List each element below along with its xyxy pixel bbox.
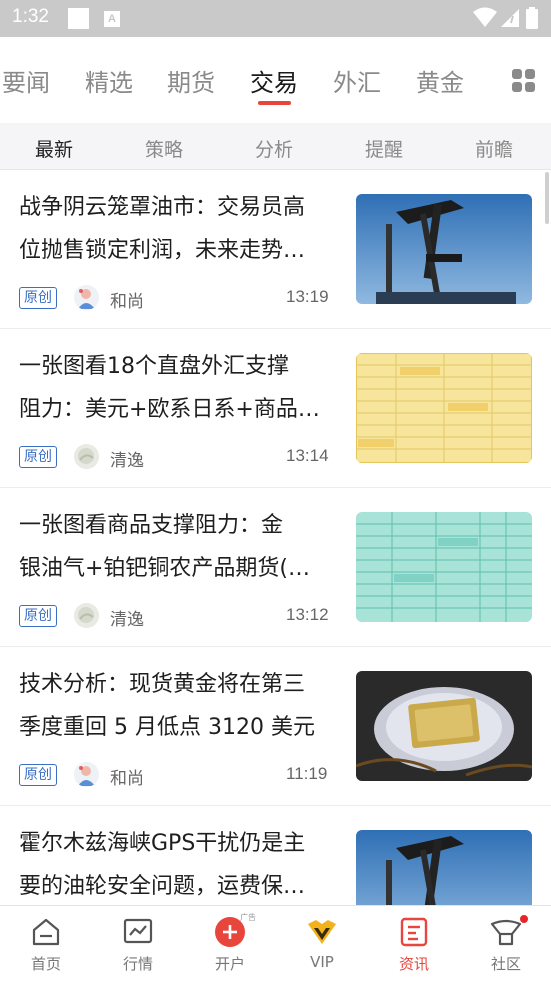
author-avatar bbox=[74, 444, 99, 469]
status-bar: 1:32 A bbox=[0, 0, 551, 37]
home-icon bbox=[32, 918, 60, 946]
title-line: 银油气+铂钯铜农产品期货(… bbox=[19, 556, 311, 581]
title-line: 要的油轮安全问题，运费保… bbox=[19, 874, 306, 899]
article-title: 战争阴云笼罩油市：交易员高 位抛售锁定利润，未来走势… bbox=[19, 186, 341, 272]
nav-label: 社区 bbox=[490, 955, 521, 973]
ad-tag: 广告 bbox=[240, 913, 256, 922]
tab-jiaoyi[interactable]: 交易 bbox=[250, 63, 298, 98]
tab-jingxuan[interactable]: 精选 bbox=[85, 63, 133, 98]
yellow-table-thumbnail bbox=[356, 353, 532, 463]
nav-market[interactable]: 行情 bbox=[92, 906, 184, 981]
title-line: 一张图看18个直盘外汇支撑 bbox=[19, 354, 289, 379]
notification-square-icon bbox=[68, 8, 89, 29]
title-line: 季度重回 5 月低点 3120 美元 bbox=[19, 715, 315, 740]
notification-dot bbox=[520, 915, 528, 923]
title-line: 位抛售锁定利润，未来走势… bbox=[19, 238, 306, 263]
subtab-tixing[interactable]: 提醒 bbox=[365, 135, 403, 162]
title-line: 霍尔木兹海峡GPS干扰仍是主 bbox=[19, 831, 306, 856]
article-item[interactable]: 战争阴云笼罩油市：交易员高 位抛售锁定利润，未来走势… 原创 和尚 13:19 bbox=[0, 170, 551, 329]
author-name: 清逸 bbox=[110, 451, 144, 471]
active-tab-indicator bbox=[258, 101, 291, 105]
nav-news[interactable]: 资讯 bbox=[368, 906, 460, 981]
a-notification-icon: A bbox=[104, 11, 120, 27]
channel-grid-icon[interactable] bbox=[512, 69, 536, 93]
subtab-qianzhan[interactable]: 前瞻 bbox=[475, 135, 513, 162]
news-icon bbox=[400, 917, 428, 947]
author-avatar bbox=[74, 762, 99, 787]
nav-home[interactable]: 首页 bbox=[0, 906, 92, 981]
gold-bar-thumbnail bbox=[356, 671, 532, 781]
publish-time: 13:19 bbox=[286, 287, 329, 306]
author-name: 清逸 bbox=[110, 610, 144, 630]
title-line: 阻力：美元+欧系日系+商品… bbox=[19, 397, 320, 422]
nav-label: 资讯 bbox=[398, 955, 429, 973]
tab-huangjin[interactable]: 黄金 bbox=[416, 63, 464, 98]
sub-tabs: 最新 策略 分析 提醒 前瞻 bbox=[0, 123, 551, 170]
oil-pumpjack-thumbnail bbox=[356, 194, 532, 304]
wifi-icon bbox=[473, 7, 497, 27]
teal-table-thumbnail bbox=[356, 512, 532, 622]
article-item[interactable]: 一张图看18个直盘外汇支撑 阻力：美元+欧系日系+商品… 原创 清逸 13:14 bbox=[0, 329, 551, 488]
original-badge: 原创 bbox=[19, 446, 57, 468]
original-badge: 原创 bbox=[19, 287, 57, 309]
article-title: 一张图看商品支撑阻力：金 银油气+铂钯铜农产品期货(… bbox=[19, 504, 341, 590]
tab-yaowen[interactable]: 要闻 bbox=[2, 63, 50, 98]
scroll-indicator[interactable] bbox=[545, 172, 549, 224]
article-item[interactable]: 一张图看商品支撑阻力：金 银油气+铂钯铜农产品期货(… 原创 清逸 13:12 bbox=[0, 488, 551, 647]
nav-label: 行情 bbox=[122, 955, 153, 973]
article-feed[interactable]: 战争阴云笼罩油市：交易员高 位抛售锁定利润，未来走势… 原创 和尚 13:19 … bbox=[0, 170, 551, 905]
subtab-zuixin[interactable]: 最新 bbox=[35, 135, 73, 162]
status-icons bbox=[473, 7, 543, 29]
tab-waihui[interactable]: 外汇 bbox=[333, 63, 381, 98]
bottom-nav: 首页 行情 广告 开户 VIP 资讯 社区 bbox=[0, 905, 551, 981]
nav-label: 首页 bbox=[30, 955, 61, 973]
battery-icon bbox=[526, 7, 538, 29]
original-badge: 原创 bbox=[19, 605, 57, 627]
subtab-fenxi[interactable]: 分析 bbox=[255, 135, 293, 162]
nav-community[interactable]: 社区 bbox=[460, 906, 551, 981]
article-item[interactable]: 霍尔木兹海峡GPS干扰仍是主 要的油轮安全问题，运费保… bbox=[0, 806, 551, 905]
community-icon bbox=[490, 919, 522, 946]
author-avatar bbox=[74, 603, 99, 628]
publish-time: 13:12 bbox=[286, 605, 329, 624]
author-avatar bbox=[74, 285, 99, 310]
title-line: 技术分析：现货黄金将在第三 bbox=[19, 672, 306, 697]
article-title: 一张图看18个直盘外汇支撑 阻力：美元+欧系日系+商品… bbox=[19, 345, 341, 431]
article-title: 霍尔木兹海峡GPS干扰仍是主 要的油轮安全问题，运费保… bbox=[19, 822, 341, 905]
title-line: 一张图看商品支撑阻力：金 bbox=[19, 513, 284, 538]
chart-icon bbox=[123, 918, 153, 944]
article-item[interactable]: 技术分析：现货黄金将在第三 季度重回 5 月低点 3120 美元 原创 和尚 1… bbox=[0, 647, 551, 806]
author-name: 和尚 bbox=[110, 769, 144, 789]
nav-label: 开户 bbox=[214, 955, 245, 973]
nav-vip[interactable]: VIP bbox=[276, 906, 368, 981]
subtab-celue[interactable]: 策略 bbox=[145, 135, 183, 162]
tab-qihuo[interactable]: 期货 bbox=[167, 63, 215, 98]
channel-tabs: 要闻 精选 期货 交易 外汇 黄金 bbox=[0, 37, 551, 123]
nav-open-account[interactable]: 广告 开户 bbox=[184, 906, 276, 981]
original-badge: 原创 bbox=[19, 764, 57, 786]
article-title: 技术分析：现货黄金将在第三 季度重回 5 月低点 3120 美元 bbox=[19, 663, 341, 749]
author-name: 和尚 bbox=[110, 292, 144, 312]
publish-time: 13:14 bbox=[286, 446, 329, 465]
status-time: 1:32 bbox=[12, 6, 49, 27]
nav-label: VIP bbox=[310, 953, 334, 971]
oil-pumpjack-thumbnail bbox=[356, 830, 532, 905]
title-line: 战争阴云笼罩油市：交易员高 bbox=[19, 195, 306, 220]
publish-time: 11:19 bbox=[286, 764, 328, 783]
signal-icon bbox=[501, 9, 519, 27]
vip-crown-icon bbox=[308, 920, 336, 944]
